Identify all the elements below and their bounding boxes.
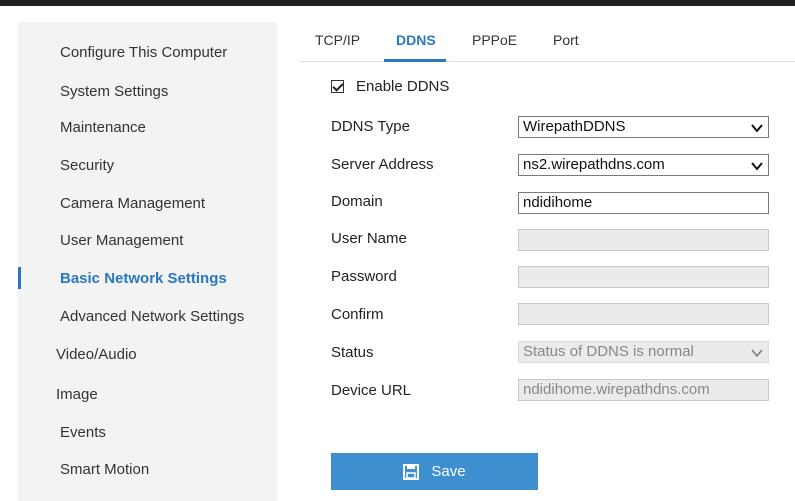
sidebar-item-label: System Settings	[60, 82, 169, 100]
sidebar-item-label: Camera Management	[60, 194, 206, 212]
sidebar-item-smart-motion[interactable]: Smart Motion	[18, 454, 277, 484]
sidebar-nav: Configure This Computer System Settings …	[18, 22, 277, 501]
confirm-label: Confirm	[331, 306, 384, 323]
tab-pppoe[interactable]: PPPoE	[472, 32, 517, 48]
sidebar-item-configure-this-computer[interactable]: Configure This Computer	[18, 37, 277, 67]
sidebar-item-label: Events	[60, 423, 106, 441]
domain-input[interactable]: ndidihome	[518, 192, 769, 214]
sidebar-item-user-management[interactable]: User Management	[18, 225, 277, 255]
chevron-down-icon	[751, 162, 763, 171]
tab-bar: TCP/IP DDNS PPPoE Port	[300, 22, 795, 62]
device-url-value: ndidihome.wirepathdns.com	[523, 381, 710, 398]
tab-port[interactable]: Port	[553, 32, 579, 48]
sidebar-item-camera-management[interactable]: Camera Management	[18, 188, 277, 218]
sidebar-item-basic-network-settings[interactable]: Basic Network Settings	[18, 263, 277, 293]
sidebar-item-label: User Management	[60, 231, 184, 249]
sidebar-item-video-audio[interactable]: Video/Audio	[18, 339, 277, 369]
save-button[interactable]: Save	[331, 453, 538, 490]
tab-tcp-ip[interactable]: TCP/IP	[315, 32, 360, 48]
ddns-type-value: WirepathDDNS	[523, 118, 626, 135]
domain-label: Domain	[331, 193, 383, 210]
ddns-type-label: DDNS Type	[331, 118, 410, 135]
enable-ddns-checkbox[interactable]	[331, 80, 344, 93]
password-label: Password	[331, 268, 397, 285]
sidebar-item-maintenance[interactable]: Maintenance	[18, 112, 277, 142]
sidebar-item-label: Smart Motion	[60, 460, 150, 478]
password-input[interactable]	[518, 266, 769, 288]
tab-active-underline	[384, 59, 446, 62]
sidebar-item-label: Maintenance	[60, 118, 146, 136]
sidebar-item-label: Video/Audio	[56, 345, 137, 363]
sidebar-item-label: Security	[60, 156, 115, 174]
sidebar-item-security[interactable]: Security	[18, 150, 277, 180]
sidebar-item-label: Advanced Network Settings	[60, 307, 245, 325]
domain-value: ndidihome	[523, 194, 593, 211]
user-name-input[interactable]	[518, 229, 769, 251]
sidebar-item-label: Basic Network Settings	[60, 269, 227, 287]
sidebar-item-advanced-network-settings[interactable]: Advanced Network Settings	[18, 301, 277, 331]
enable-ddns-row: Enable DDNS	[331, 78, 449, 95]
server-address-label: Server Address	[331, 156, 434, 173]
sidebar-item-label: Configure This Computer	[60, 43, 228, 61]
status-select[interactable]: Status of DDNS is normal	[518, 341, 769, 363]
chevron-down-icon	[751, 124, 763, 133]
sidebar-item-label: Image	[56, 385, 98, 403]
device-url-label: Device URL	[331, 382, 412, 399]
sidebar-item-image[interactable]: Image	[18, 379, 277, 409]
server-address-value: ns2.wirepathdns.com	[523, 156, 665, 173]
chevron-down-icon	[751, 349, 763, 358]
save-button-label: Save	[431, 463, 466, 480]
floppy-disk-icon	[403, 463, 420, 480]
server-address-select[interactable]: ns2.wirepathdns.com	[518, 154, 769, 176]
status-value: Status of DDNS is normal	[523, 343, 694, 360]
device-url-field: ndidihome.wirepathdns.com	[518, 379, 769, 401]
sidebar-item-events[interactable]: Events	[18, 417, 277, 447]
sidebar-item-system-settings[interactable]: System Settings	[18, 76, 277, 106]
active-indicator	[18, 267, 21, 289]
tab-ddns[interactable]: DDNS	[396, 32, 436, 48]
confirm-input[interactable]	[518, 303, 769, 325]
ddns-type-select[interactable]: WirepathDDNS	[518, 116, 769, 138]
top-bar	[0, 0, 795, 6]
enable-ddns-label: Enable DDNS	[356, 78, 450, 95]
user-name-label: User Name	[331, 230, 407, 247]
status-label: Status	[331, 344, 374, 361]
